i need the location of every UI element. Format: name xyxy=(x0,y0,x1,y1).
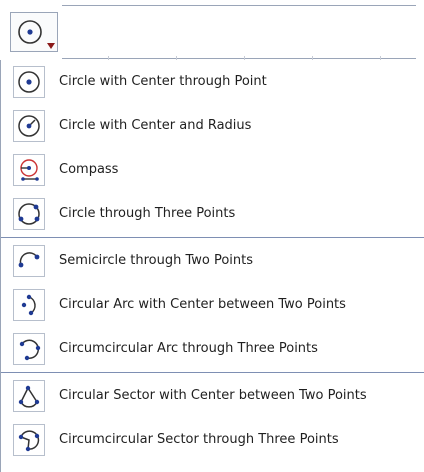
menu-group-sectors: Circular Sector with Center between Two … xyxy=(1,374,424,462)
circumcircular-arc-icon xyxy=(13,333,45,365)
circle-tools-menu: Circle with Center through Point Circle … xyxy=(0,60,424,472)
menu-item-label: Circle with Center through Point xyxy=(59,74,267,89)
circular-arc-icon xyxy=(13,289,45,321)
menu-item-circular-arc[interactable]: Circular Arc with Center between Two Poi… xyxy=(1,283,424,327)
circle-three-points-icon xyxy=(13,198,45,230)
menu-item-semicircle[interactable]: Semicircle through Two Points xyxy=(1,239,424,283)
circumcircular-sector-icon xyxy=(13,424,45,456)
menu-item-circumcircular-arc[interactable]: Circumcircular Arc through Three Points xyxy=(1,327,424,371)
menu-item-label: Circumcircular Arc through Three Points xyxy=(59,341,318,356)
menu-item-label: Semicircle through Two Points xyxy=(59,253,254,268)
menu-item-circle-center-radius[interactable]: Circle with Center and Radius xyxy=(1,104,424,148)
circle-tool-button[interactable] xyxy=(10,12,58,52)
menu-item-circumcircular-sector[interactable]: Circumcircular Sector through Three Poin… xyxy=(1,418,424,462)
dropdown-caret-icon xyxy=(47,43,55,49)
menu-separator xyxy=(1,237,424,238)
menu-item-circular-sector[interactable]: Circular Sector with Center between Two … xyxy=(1,374,424,418)
toolbar-empty-area xyxy=(62,5,416,65)
circle-center-point-icon xyxy=(18,20,42,44)
menu-item-label: Circular Sector with Center between Two … xyxy=(59,388,367,403)
menu-group-arcs: Semicircle through Two Points Circular A… xyxy=(1,239,424,371)
circle-center-radius-icon xyxy=(13,110,45,142)
menu-item-label: Circle through Three Points xyxy=(59,206,236,221)
menu-separator xyxy=(1,372,424,373)
toolbar xyxy=(0,0,424,65)
compass-icon xyxy=(13,154,45,186)
menu-item-label: Circumcircular Sector through Three Poin… xyxy=(59,432,339,447)
menu-item-circle-three-points[interactable]: Circle through Three Points xyxy=(1,192,424,236)
semicircle-icon xyxy=(13,245,45,277)
menu-item-label: Circle with Center and Radius xyxy=(59,118,252,133)
menu-item-label: Compass xyxy=(59,162,119,177)
menu-item-compass[interactable]: Compass xyxy=(1,148,424,192)
menu-group-circles: Circle with Center through Point Circle … xyxy=(1,60,424,236)
menu-item-circle-center-point[interactable]: Circle with Center through Point xyxy=(1,60,424,104)
circle-center-point-icon xyxy=(13,66,45,98)
menu-item-label: Circular Arc with Center between Two Poi… xyxy=(59,297,346,312)
circular-sector-icon xyxy=(13,380,45,412)
